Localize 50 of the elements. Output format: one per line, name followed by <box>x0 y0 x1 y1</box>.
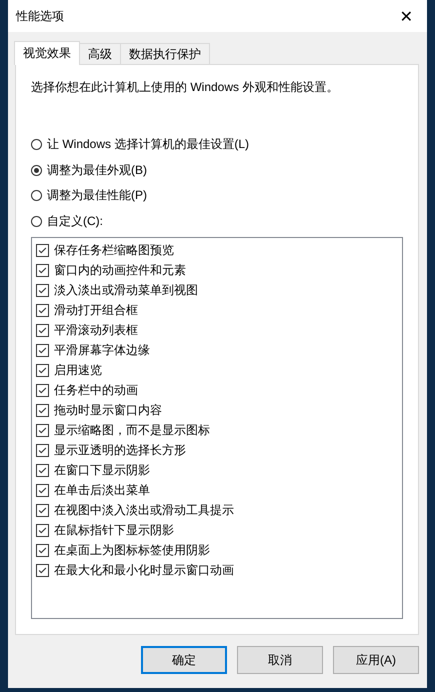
checkbox-label[interactable]: 在最大化和最小化时显示窗口动画 <box>54 562 234 578</box>
radio-button[interactable] <box>31 190 42 202</box>
checkbox-label[interactable]: 保存任务栏缩略图预览 <box>54 242 174 258</box>
checkbox-label[interactable]: 在鼠标指针下显示阴影 <box>54 522 174 538</box>
checkbox-label[interactable]: 在单击后淡出菜单 <box>54 482 150 498</box>
checkbox[interactable] <box>36 264 49 276</box>
radio-label[interactable]: 自定义(C): <box>47 212 103 230</box>
checkbox[interactable] <box>36 464 49 476</box>
radio-button[interactable] <box>31 139 42 150</box>
checkbox[interactable] <box>36 524 49 536</box>
radio-label[interactable]: 调整为最佳性能(P) <box>47 187 147 204</box>
checkbox-label[interactable]: 在视图中淡入淡出或滑动工具提示 <box>54 502 234 518</box>
description-text: 选择你想在此计算机上使用的 Windows 外观和性能设置。 <box>31 79 340 96</box>
dialog-button[interactable]: 确定 <box>141 646 227 674</box>
checkbox-label[interactable]: 平滑屏幕字体边缘 <box>54 342 150 358</box>
radio-button[interactable] <box>31 216 42 227</box>
radio-label[interactable]: 让 Windows 选择计算机的最佳设置(L) <box>47 136 250 154</box>
checkbox[interactable] <box>36 284 49 296</box>
checkbox[interactable] <box>36 304 49 316</box>
checkbox[interactable] <box>36 444 49 456</box>
checkbox[interactable] <box>36 324 49 336</box>
radio-label[interactable]: 调整为最佳外观(B) <box>47 162 147 179</box>
window-title: 性能选项 <box>16 8 64 24</box>
checkbox-label[interactable]: 拖动时显示窗口内容 <box>54 402 162 418</box>
close-button[interactable]: ✕ <box>396 6 417 26</box>
dialog-button[interactable]: 应用(A) <box>333 646 419 674</box>
checkbox[interactable] <box>36 384 49 396</box>
checkbox[interactable] <box>36 504 49 516</box>
checkbox-label[interactable]: 窗口内的动画控件和元素 <box>54 262 186 278</box>
checkbox[interactable] <box>36 244 49 256</box>
radio-button[interactable] <box>31 164 42 176</box>
checkbox[interactable] <box>36 564 49 576</box>
checkbox-label[interactable]: 启用速览 <box>54 362 102 378</box>
checkbox[interactable] <box>36 364 49 376</box>
checkbox[interactable] <box>36 344 49 356</box>
checkbox-label[interactable]: 淡入淡出或滑动菜单到视图 <box>54 282 198 298</box>
tab[interactable]: 视觉效果 <box>14 41 80 65</box>
checkbox[interactable] <box>36 544 49 556</box>
checkbox-label[interactable]: 在桌面上为图标标签使用阴影 <box>54 542 210 558</box>
checkbox-label[interactable]: 滑动打开组合框 <box>54 302 138 318</box>
checkbox-label[interactable]: 在窗口下显示阴影 <box>54 462 150 478</box>
checkbox[interactable] <box>36 424 49 436</box>
tab[interactable]: 数据执行保护 <box>120 43 210 64</box>
dialog-button[interactable]: 取消 <box>237 646 323 674</box>
checkbox[interactable] <box>36 484 49 496</box>
checkbox-label[interactable]: 任务栏中的动画 <box>54 382 138 398</box>
checkbox-label[interactable]: 显示缩略图，而不是显示图标 <box>54 422 210 438</box>
checkbox-label[interactable]: 显示亚透明的选择长方形 <box>54 442 186 458</box>
checkbox[interactable] <box>36 404 49 416</box>
checkbox-label[interactable]: 平滑滚动列表框 <box>54 322 138 338</box>
